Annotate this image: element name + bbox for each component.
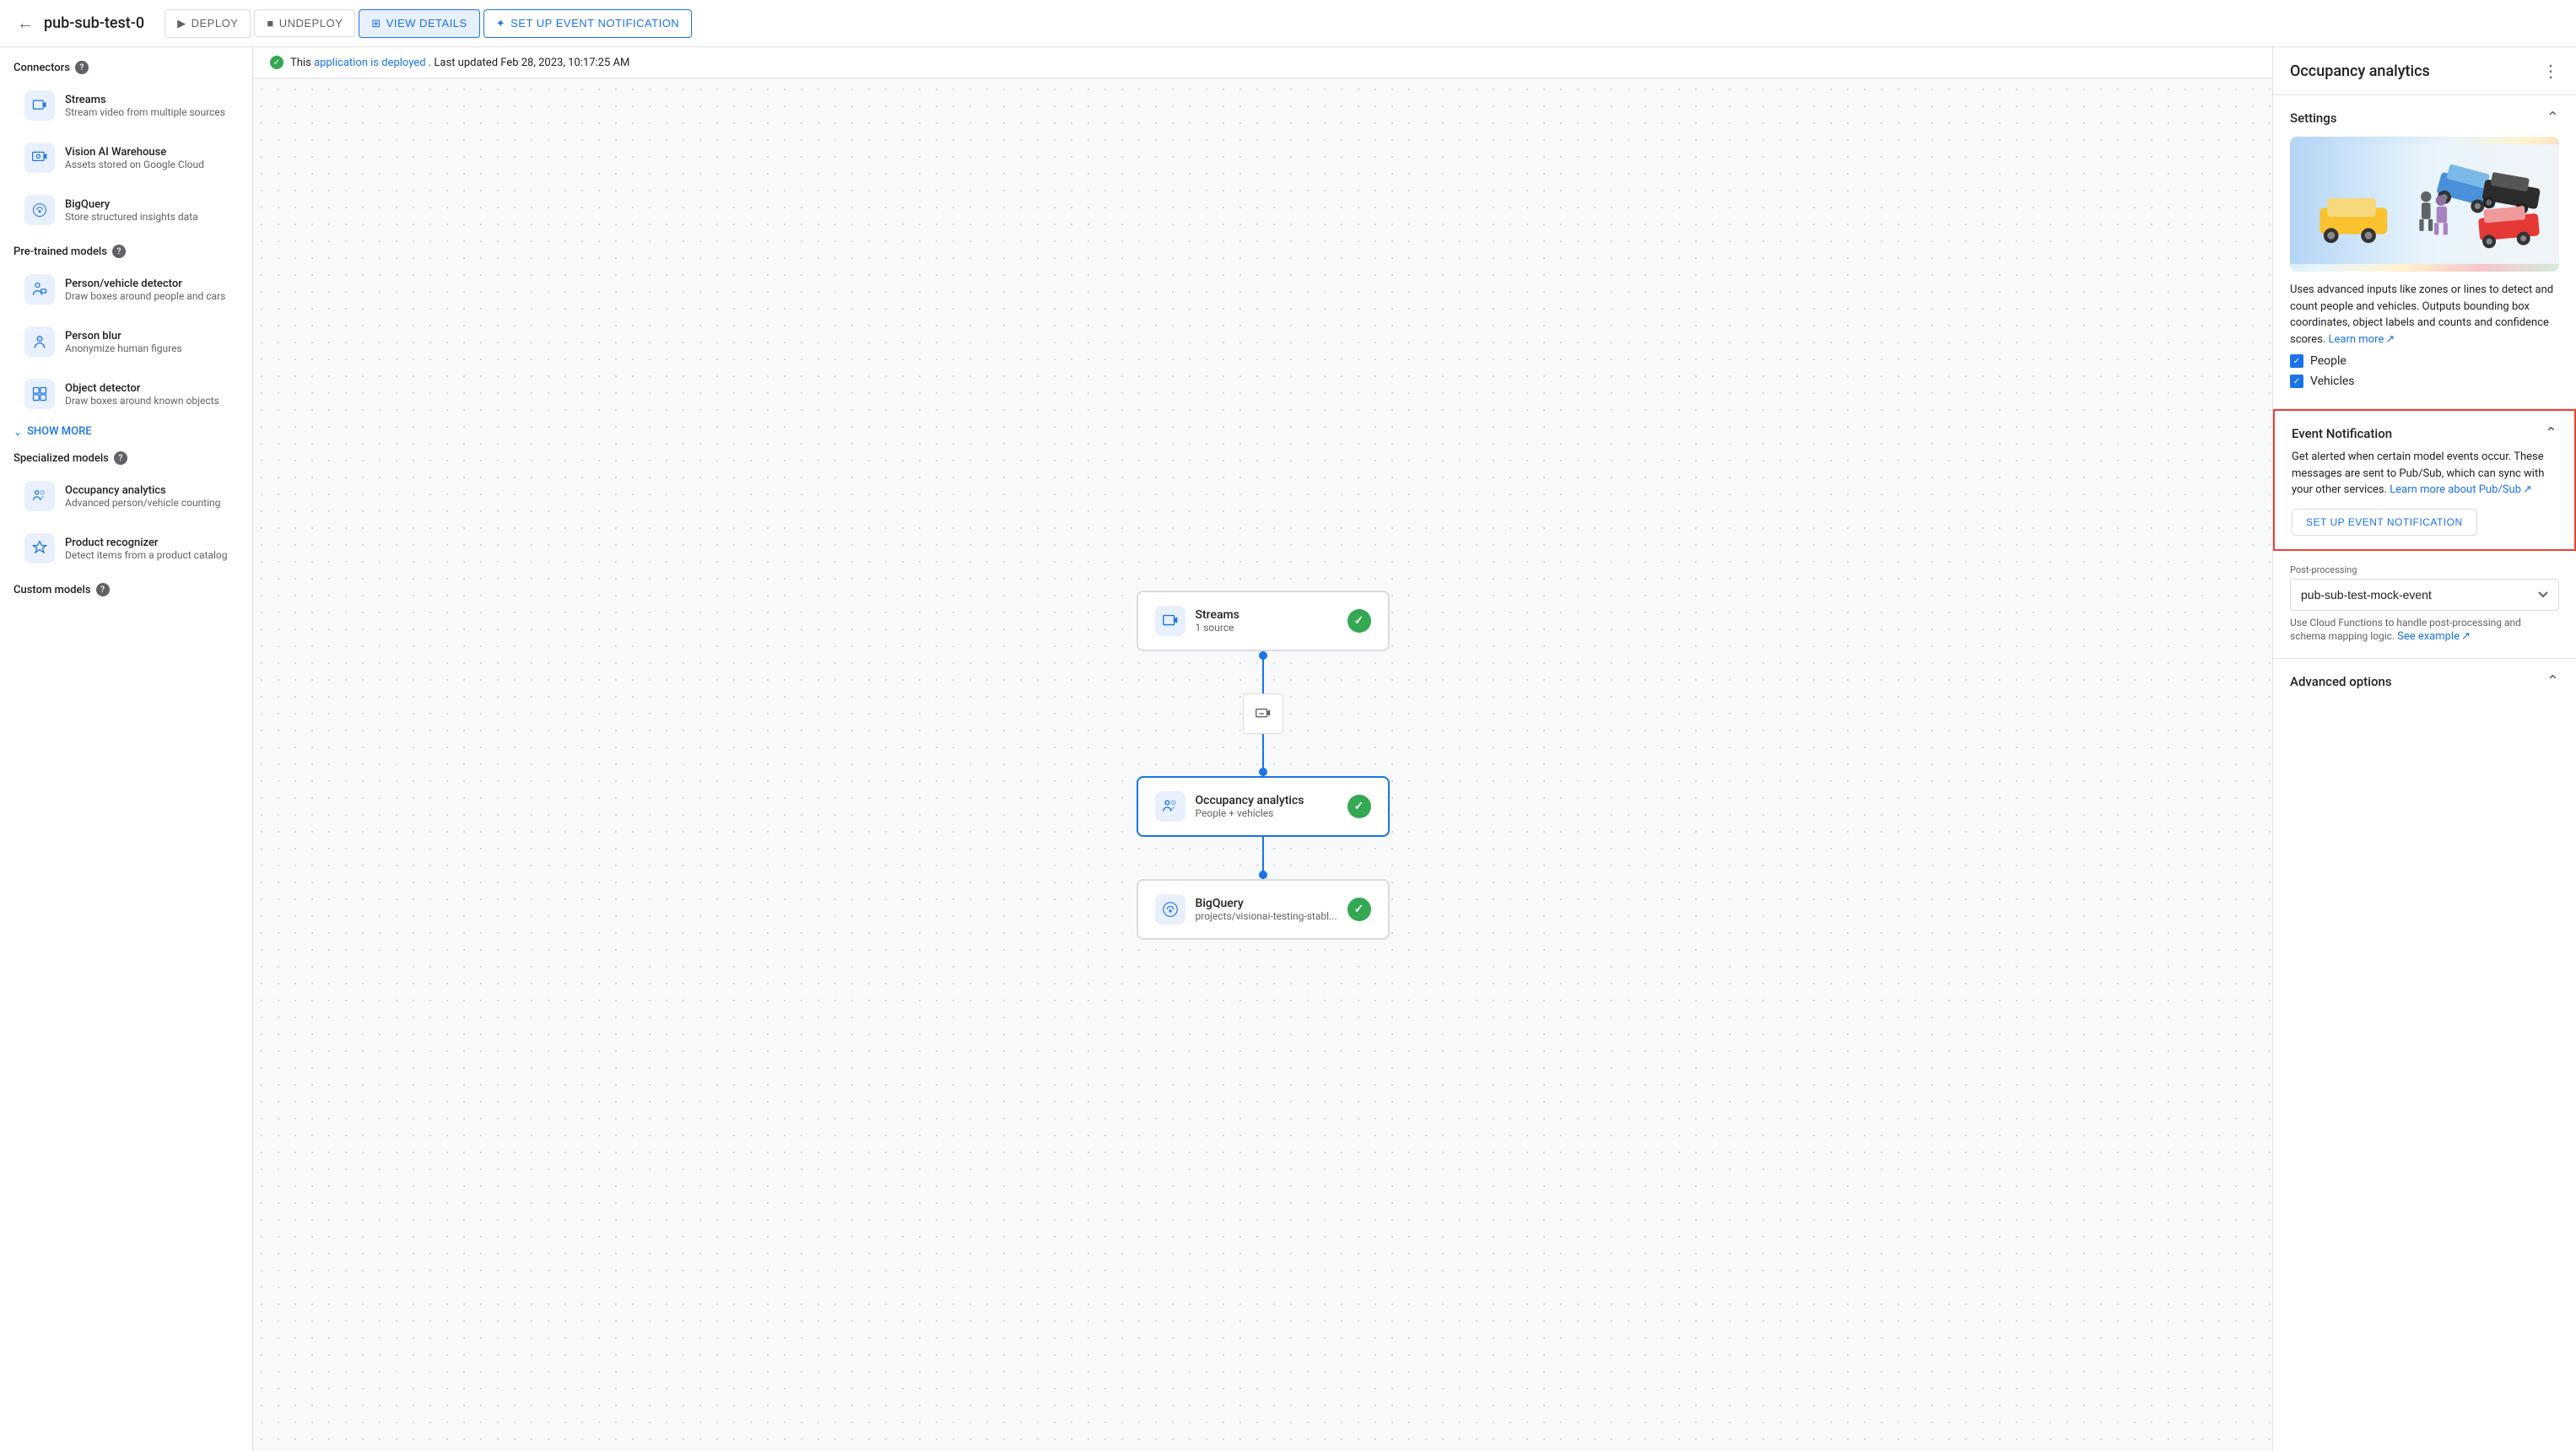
settings-header[interactable]: Settings ⌃: [2290, 109, 2559, 127]
right-panel-title: Occupancy analytics: [2290, 62, 2430, 80]
post-processing-label: Post-processing: [2290, 564, 2559, 575]
custom-section-title: Custom models ?: [14, 583, 239, 596]
connectors-help-icon[interactable]: ?: [75, 61, 89, 74]
sidebar-item-object-detector[interactable]: Object detector Draw boxes around known …: [14, 369, 239, 418]
event-notification-section: Event Notification ⌃ Get alerted when ce…: [2273, 409, 2576, 551]
status-bar: This application is deployed . Last upda…: [253, 47, 2272, 78]
product-icon: [24, 533, 55, 564]
pretrained-section-title: Pre-trained models ?: [14, 245, 239, 258]
status-dot-icon: [270, 56, 284, 69]
setup-event-button[interactable]: ✦ SET UP EVENT NOTIFICATION: [483, 9, 692, 38]
bigquery-pipeline-node[interactable]: BigQuery projects/visionai-testing-stabl…: [1137, 879, 1390, 940]
streams-node-icon: [1155, 606, 1185, 636]
object-detector-icon: [24, 379, 55, 409]
connectors-section-title: Connectors ?: [14, 61, 239, 74]
people-checkbox-row: People: [2290, 354, 2559, 368]
undeploy-button[interactable]: ■ UNDEPLOY: [254, 9, 355, 37]
connector-3: [1262, 837, 1264, 879]
bigquery-icon: [24, 195, 55, 225]
vehicles-checkbox[interactable]: [2290, 375, 2303, 388]
topbar: ← pub-sub-test-0 ▶ DEPLOY ■ UNDEPLOY ⊞ V…: [0, 0, 2576, 47]
vision-ai-icon: [24, 143, 55, 173]
learn-more-link[interactable]: Learn more ↗: [2328, 332, 2395, 348]
more-options-icon[interactable]: ⋮: [2542, 61, 2559, 81]
specialized-section-title: Specialized models ?: [14, 451, 239, 465]
sidebar-item-bigquery[interactable]: BigQuery Store structured insights data: [14, 186, 239, 235]
deploy-icon: ▶: [177, 17, 186, 30]
sidebar-item-person-vehicle[interactable]: Person/vehicle detector Draw boxes aroun…: [14, 265, 239, 314]
people-checkbox[interactable]: [2290, 354, 2303, 368]
streams-icon: [24, 90, 55, 121]
settings-collapse-icon: ⌃: [2546, 109, 2559, 127]
vehicles-checkbox-row: Vehicles: [2290, 375, 2559, 388]
show-more-button[interactable]: ⌄ SHOW MORE: [14, 422, 239, 441]
back-button[interactable]: ←: [14, 9, 37, 37]
setup-event-icon: ✦: [496, 17, 505, 30]
sidebar: Connectors ? Streams Stream video from m…: [0, 47, 253, 1451]
advanced-options-header[interactable]: Advanced options ⌃: [2290, 672, 2559, 690]
advanced-options-section: Advanced options ⌃: [2273, 659, 2576, 704]
occupancy-pipeline-node[interactable]: Occupancy analytics People + vehicles: [1137, 776, 1390, 837]
connector-2: [1262, 734, 1264, 776]
occupancy-node-check: [1347, 795, 1371, 818]
occupancy-node-icon: [1155, 791, 1185, 822]
chevron-down-icon: ⌄: [14, 426, 22, 438]
post-processing-select[interactable]: pub-sub-test-mock-event: [2290, 579, 2559, 611]
bigquery-node-check: [1347, 898, 1371, 921]
main-layout: Connectors ? Streams Stream video from m…: [0, 47, 2576, 1451]
occupancy-icon: [24, 481, 55, 511]
view-details-icon: ⊞: [371, 17, 381, 30]
view-details-button[interactable]: ⊞ VIEW DETAILS: [359, 9, 479, 38]
settings-section: Settings ⌃: [2273, 95, 2576, 409]
bigquery-node-icon: [1155, 894, 1185, 925]
topbar-actions: ▶ DEPLOY ■ UNDEPLOY ⊞ VIEW DETAILS ✦ SET…: [165, 9, 692, 38]
pubsub-learn-more-link[interactable]: Learn more about Pub/Sub ↗: [2390, 482, 2532, 499]
sidebar-item-occupancy[interactable]: Occupancy analytics Advanced person/vehi…: [14, 472, 239, 521]
sidebar-item-streams[interactable]: Streams Stream video from multiple sourc…: [14, 81, 239, 130]
custom-help-icon[interactable]: ?: [96, 583, 110, 596]
event-collapse-icon[interactable]: ⌃: [2545, 424, 2557, 442]
streams-node-check: [1347, 609, 1371, 633]
undeploy-icon: ■: [267, 17, 273, 30]
specialized-help-icon[interactable]: ?: [114, 451, 127, 465]
streams-pipeline-node[interactable]: Streams 1 source: [1137, 591, 1390, 651]
app-title: pub-sub-test-0: [44, 14, 144, 32]
deploy-button[interactable]: ▶ DEPLOY: [165, 9, 251, 38]
see-example-link[interactable]: See example ↗: [2397, 629, 2471, 645]
connector-1: [1262, 651, 1264, 693]
person-vehicle-icon: [24, 274, 55, 305]
right-panel: Occupancy analytics ⋮ Settings ⌃: [2272, 47, 2576, 1451]
pretrained-help-icon[interactable]: ?: [112, 245, 126, 258]
setup-event-notification-button[interactable]: SET UP EVENT NOTIFICATION: [2292, 509, 2477, 536]
canvas-content: Streams 1 source: [253, 78, 2272, 1451]
sidebar-item-product[interactable]: Product recognizer Detect items from a p…: [14, 524, 239, 573]
post-processing-section: Post-processing pub-sub-test-mock-event …: [2273, 551, 2576, 660]
person-blur-icon: [24, 326, 55, 357]
sidebar-item-vision-ai[interactable]: Vision AI Warehouse Assets stored on Goo…: [14, 133, 239, 182]
sidebar-item-person-blur[interactable]: Person blur Anonymize human figures: [14, 317, 239, 366]
canvas-area: This application is deployed . Last upda…: [253, 47, 2272, 1451]
advanced-collapse-icon: ⌃: [2546, 672, 2559, 690]
pipeline: Streams 1 source: [1137, 591, 1390, 940]
transform-node: [1243, 693, 1283, 734]
deployed-link[interactable]: application is deployed: [314, 57, 426, 69]
preview-image: [2290, 137, 2559, 272]
event-section-header: Event Notification ⌃: [2292, 424, 2557, 442]
right-panel-header: Occupancy analytics ⋮: [2273, 47, 2576, 95]
